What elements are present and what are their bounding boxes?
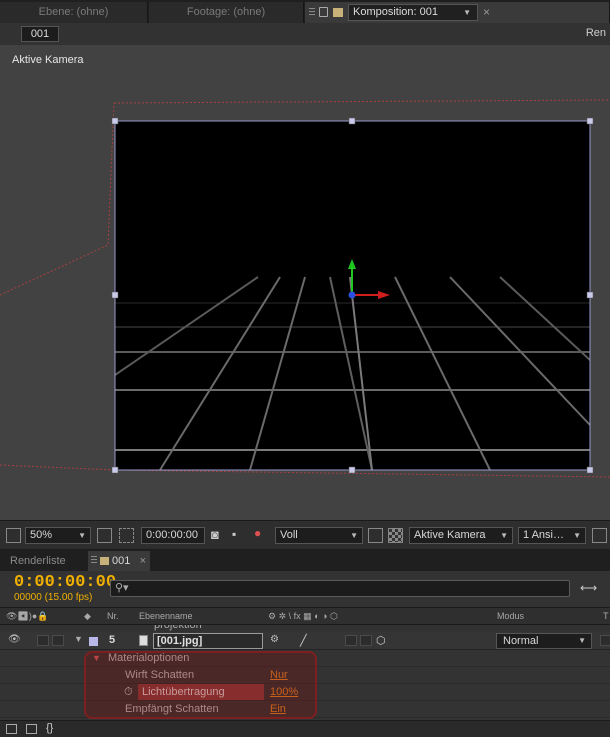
active-camera-label: Aktive Kamera (12, 54, 84, 66)
viewer-canvas (0, 99, 610, 478)
safe-areas-icon[interactable] (97, 528, 112, 543)
zoom-value: 50% (30, 529, 53, 541)
column-nr[interactable]: Nr. (107, 611, 119, 621)
image-file-icon (139, 635, 148, 646)
layer-search-input[interactable]: ⚲▾ (110, 580, 570, 597)
chevron-down-icon: ▼ (463, 8, 471, 17)
channels-icon[interactable]: ● (254, 526, 261, 540)
quality-switch-icon[interactable]: ╱ (300, 634, 307, 647)
panel-grip-icon[interactable] (91, 556, 97, 565)
view-layout-value: 1 Ansi… (523, 529, 564, 541)
lock-icon[interactable] (319, 7, 328, 17)
current-time-field[interactable]: 0:00:00:00 (141, 527, 205, 544)
eye-icon[interactable]: 👁 (8, 634, 21, 645)
tab-renderliste[interactable]: Renderliste (10, 551, 66, 571)
current-time-display[interactable]: 0:00:00:00 (14, 573, 116, 592)
layer-name[interactable]: [001.jpg] (153, 633, 263, 649)
graph-editor-icon[interactable]: ⟷ (580, 581, 606, 595)
region-of-interest-icon[interactable] (368, 528, 383, 543)
expand-triangle-icon[interactable]: ▼ (74, 634, 83, 644)
always-preview-icon[interactable] (6, 528, 21, 543)
chevron-down-icon: ▼ (350, 531, 358, 540)
in-out-toggle-icon[interactable]: {} (46, 722, 53, 734)
view-layout-select[interactable]: 1 Ansi… ▼ (518, 527, 586, 544)
adjustment-switch[interactable] (360, 635, 372, 646)
layer-switches-icon: ⚙ ✲ \ fx ▦ ◐ ◑ ⬡ (268, 611, 338, 621)
composition-navigator: 001 Ren (0, 23, 610, 45)
composition-icon (333, 8, 343, 17)
show-snapshot-icon[interactable]: ▪ (232, 527, 236, 541)
camera-view-select[interactable]: Aktive Kamera ▼ (409, 527, 513, 544)
tab-timeline-001[interactable]: 001 × (88, 551, 150, 571)
camera-frustum-top (113, 99, 610, 104)
camera-snapshot-icon[interactable]: ◙ (211, 527, 219, 542)
resolution-value: Voll (280, 529, 298, 541)
camera-view-value: Aktive Kamera (414, 529, 486, 541)
frame-count-display: 00000 (15.00 fps) (14, 592, 93, 603)
3d-layer-icon[interactable]: ⬡ (376, 634, 386, 647)
transfer-controls-toggle-icon[interactable] (26, 724, 37, 734)
panel-tab-bar: Ebene: (ohne) Footage: (ohne) Kompositio… (0, 0, 610, 23)
composition-select-label: Komposition: 001 (353, 6, 438, 18)
timeline-header: 0:00:00:00 00000 (15.00 fps) ⚲▾ ⟷ (0, 571, 610, 607)
composition-badge[interactable]: 001 (21, 26, 59, 42)
close-icon[interactable]: × (140, 551, 146, 571)
layer-column-header: 👁◀)●🔒 ◆ Nr. Ebenenname ⚙ ✲ \ fx ▦ ◐ ◑ ⬡ … (0, 607, 610, 625)
transparency-grid-icon[interactable] (388, 528, 403, 543)
search-icon: ⚲▾ (115, 582, 129, 594)
column-modus[interactable]: Modus (497, 611, 524, 621)
layer-switches-toggle-icon[interactable] (6, 724, 17, 734)
chevron-down-icon: ▼ (578, 636, 586, 645)
column-trkmat[interactable]: T (603, 611, 609, 621)
layer-row-partial[interactable]: projektion (0, 625, 610, 632)
close-icon[interactable]: × (483, 2, 490, 23)
toggle-pixel-aspect-icon[interactable] (592, 528, 607, 543)
tab-ebene[interactable]: Ebene: (ohne) (0, 2, 148, 23)
panel-grip-icon[interactable] (309, 8, 315, 17)
mask-visibility-icon[interactable] (119, 528, 134, 543)
layer-number: 5 (109, 634, 116, 646)
tab-komposition[interactable]: Komposition: 001 ▼ × (305, 2, 610, 23)
camera-frustum-left (0, 102, 115, 296)
layer-name-partial: projektion (154, 625, 202, 631)
lock-switch[interactable] (52, 635, 64, 646)
timeline-tab-bar: Renderliste 001 × (0, 549, 610, 571)
annotation-highlight-box (84, 651, 317, 719)
layer-row[interactable]: 👁 ▼ 5 [001.jpg] ⚙ ╱ ⬡ Normal ▼ (0, 632, 610, 650)
chevron-down-icon: ▼ (78, 531, 86, 540)
shy-switch-icon[interactable]: ⚙ (270, 634, 279, 645)
composition-viewer[interactable]: Aktive Kamera (0, 45, 610, 520)
timeline-bottom-bar: {} (0, 720, 610, 737)
composition-select[interactable]: Komposition: 001 ▼ (348, 4, 478, 21)
resolution-select[interactable]: Voll ▼ (275, 527, 363, 544)
motion-blur-switch[interactable] (345, 635, 357, 646)
composition-icon (100, 557, 109, 565)
zoom-select[interactable]: 50% ▼ (25, 527, 91, 544)
tab-footage[interactable]: Footage: (ohne) (149, 2, 304, 23)
chevron-down-icon: ▼ (573, 531, 581, 540)
label-column-icon: ◆ (84, 611, 91, 621)
chevron-down-icon: ▼ (500, 531, 508, 540)
blend-mode-select[interactable]: Normal ▼ (496, 633, 592, 649)
solo-switch[interactable] (37, 635, 49, 646)
blend-mode-value: Normal (503, 635, 539, 647)
trkmat-select[interactable] (600, 635, 610, 646)
viewer-controls: 50% ▼ 0:00:00:00 ◙ ▪ ● Voll ▼ Aktive Kam… (0, 520, 610, 548)
renderer-label[interactable]: Ren (586, 27, 606, 39)
column-layer-name[interactable]: Ebenenname (139, 611, 193, 621)
layer-label-color[interactable] (89, 637, 98, 646)
timeline-tab-label: 001 (112, 555, 131, 567)
av-switches-icon: 👁◀)●🔒 (6, 611, 49, 621)
